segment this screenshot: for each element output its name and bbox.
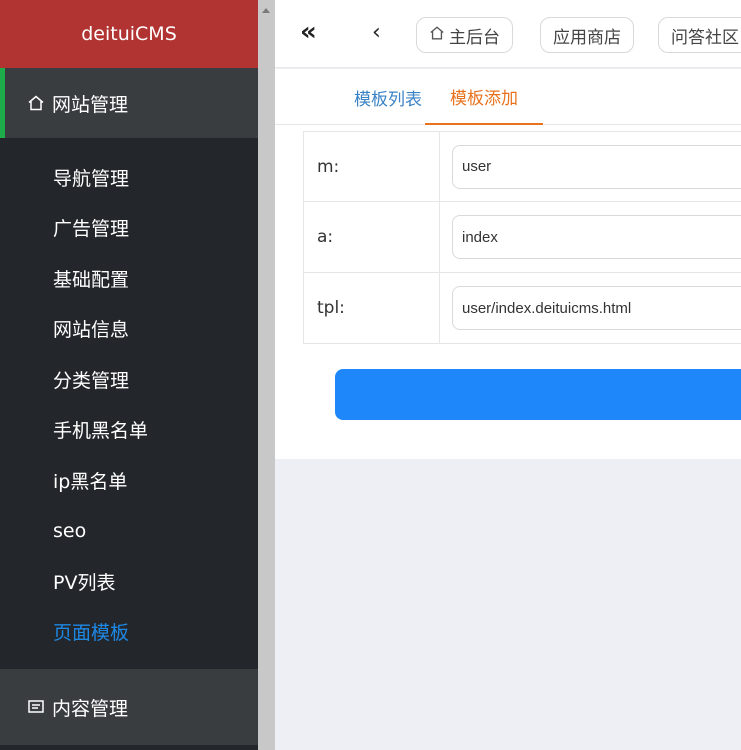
tab-template-add[interactable]: 模板添加 <box>425 69 543 125</box>
sidebar-item-seo[interactable]: seo <box>0 506 258 557</box>
m-input[interactable] <box>452 144 741 189</box>
left-arrow-icon[interactable]: ‹ <box>372 20 381 45</box>
tab-qa-community[interactable]: 问答社区 <box>658 17 741 53</box>
tab-template-list[interactable]: 模板列表 <box>354 69 422 125</box>
a-input[interactable] <box>452 215 741 259</box>
home-icon <box>26 93 46 113</box>
content-icon <box>26 697 46 717</box>
sidebar: deituiCMS 网站管理 导航管理 广告管理 基础配置 网站信息 分类管理 … <box>0 0 258 750</box>
sidebar-item-basic-config[interactable]: 基础配置 <box>0 253 258 304</box>
tab-app-store[interactable]: 应用商店 <box>540 17 634 53</box>
tab-label: 主后台 <box>449 27 500 48</box>
sidebar-item-ip-blacklist[interactable]: ip黑名单 <box>0 455 258 506</box>
field-label-a: a: <box>304 202 440 272</box>
tpl-input[interactable] <box>452 286 741 330</box>
sidebar-item-pv-list[interactable]: PV列表 <box>0 556 258 607</box>
sidebar-item-category[interactable]: 分类管理 <box>0 354 258 405</box>
submit-button[interactable] <box>335 369 741 420</box>
sidebar-group-label: 内容管理 <box>52 697 129 720</box>
sub-tab-bar: 模板列表 模板添加 <box>275 69 741 125</box>
tab-label: 应用商店 <box>553 27 621 48</box>
tab-main-admin[interactable]: 主后台 <box>416 17 513 53</box>
sidebar-scrollbar[interactable] <box>258 0 275 750</box>
tab-label: 问答社区 <box>671 27 739 48</box>
sidebar-submenu: 导航管理 广告管理 基础配置 网站信息 分类管理 手机黑名单 ip黑名单 seo… <box>0 138 258 671</box>
sidebar-item-site-info[interactable]: 网站信息 <box>0 304 258 355</box>
field-label-m: m: <box>304 132 440 201</box>
sidebar-item-phone-blacklist[interactable]: 手机黑名单 <box>0 405 258 456</box>
top-tab-bar: « ‹ 主后台 应用商店 问答社区 <box>275 0 741 68</box>
main-area: « ‹ 主后台 应用商店 问答社区 模板列表 模板添加 m: user a: i… <box>275 0 741 750</box>
home-icon <box>429 25 445 46</box>
sidebar-group-label: 网站管理 <box>52 93 129 116</box>
field-label-tpl: tpl: <box>304 273 440 343</box>
sidebar-group-site-management[interactable]: 网站管理 <box>0 68 258 138</box>
double-left-arrow-icon[interactable]: « <box>300 17 317 47</box>
app-window: deituiCMS 网站管理 导航管理 广告管理 基础配置 网站信息 分类管理 … <box>0 0 741 750</box>
scroll-up-arrow-icon[interactable] <box>262 8 270 13</box>
sidebar-item-page-template[interactable]: 页面模板 <box>0 607 258 658</box>
form-row-tpl: tpl: <box>303 273 741 344</box>
template-panel: 模板列表 模板添加 m: a: tpl: <box>275 69 741 459</box>
sidebar-item-nav[interactable]: 导航管理 <box>0 152 258 203</box>
form-row-a: a: <box>303 202 741 273</box>
brand-logo[interactable]: deituiCMS <box>0 0 258 68</box>
form-row-m: m: <box>303 131 741 202</box>
sidebar-group-content-management[interactable]: 内容管理 <box>0 669 258 745</box>
sidebar-item-ads[interactable]: 广告管理 <box>0 203 258 254</box>
